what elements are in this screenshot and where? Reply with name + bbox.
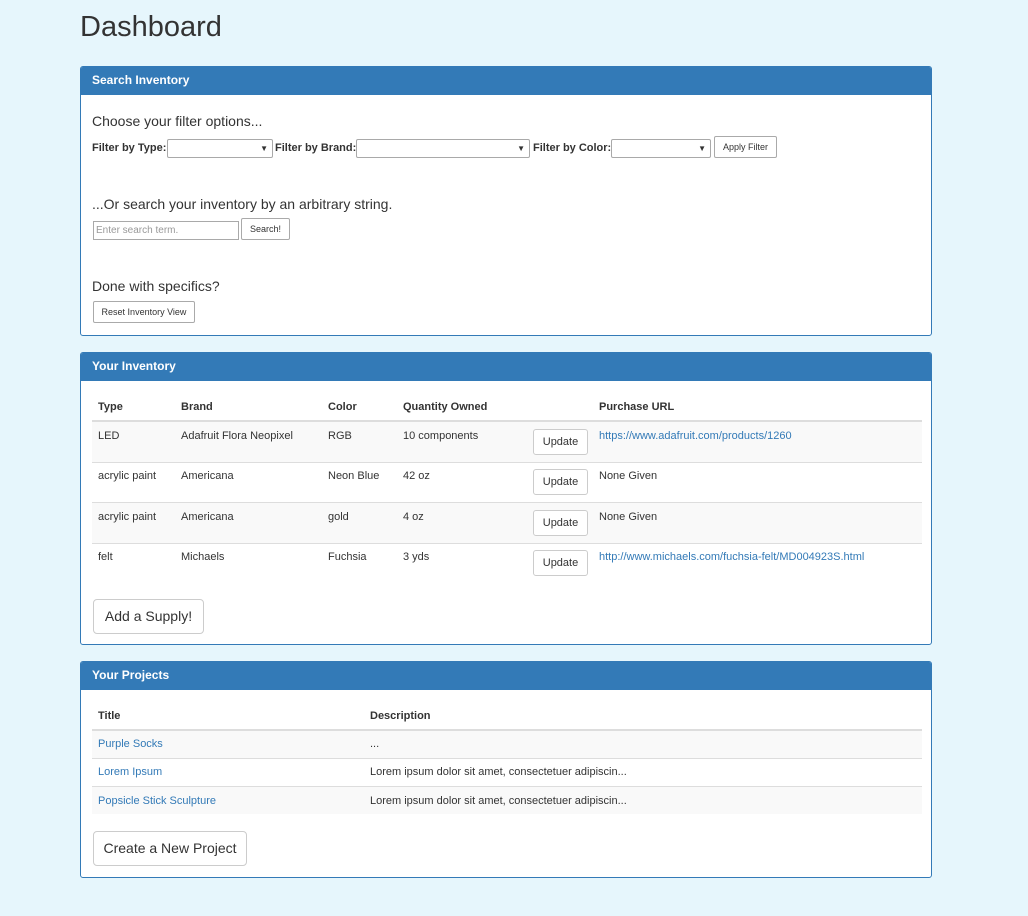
add-supply-button[interactable]: Add a Supply! <box>93 599 204 634</box>
purchase-url-text: None Given <box>599 470 658 482</box>
cell-brand: Americana <box>181 511 234 523</box>
inventory-panel: Your Inventory Type Brand Color Quantity… <box>80 352 932 645</box>
cell-color: RGB <box>328 430 352 442</box>
update-button[interactable]: Update <box>533 429 588 455</box>
update-button[interactable]: Update <box>533 510 588 536</box>
reset-inventory-view-button[interactable]: Reset Inventory View <box>93 301 195 323</box>
projects-panel-heading: Your Projects <box>81 662 931 690</box>
cell-quantity: 10 components <box>403 430 479 442</box>
column-header-color: Color <box>328 401 357 413</box>
row-divider <box>92 462 922 463</box>
purchase-url-text: None Given <box>599 511 658 523</box>
project-title-link[interactable]: Lorem Ipsum <box>98 766 162 778</box>
reset-intro-text: Done with specifics? <box>92 278 220 294</box>
search-intro-text: ...Or search your inventory by an arbitr… <box>92 196 393 212</box>
cell-brand: Michaels <box>181 551 225 563</box>
filter-type-label: Filter by Type: <box>92 142 167 154</box>
column-header-description: Description <box>370 710 431 722</box>
cell-type: acrylic paint <box>98 470 157 482</box>
purchase-url-link[interactable]: http://www.michaels.com/fuchsia-felt/MD0… <box>599 551 864 563</box>
chevron-down-icon: ▼ <box>260 144 268 153</box>
apply-filter-button[interactable]: Apply Filter <box>714 136 777 158</box>
search-button[interactable]: Search! <box>241 218 290 240</box>
update-button[interactable]: Update <box>533 469 588 495</box>
table-row <box>92 503 922 543</box>
cell-color: Neon Blue <box>328 470 380 482</box>
filter-color-label: Filter by Color: <box>533 142 612 154</box>
filter-color-select[interactable]: ▼ <box>611 139 711 158</box>
cell-type: acrylic paint <box>98 511 157 523</box>
column-header-type: Type <box>98 401 123 413</box>
cell-color: Fuchsia <box>328 551 367 563</box>
inventory-panel-heading: Your Inventory <box>81 353 931 381</box>
chevron-down-icon: ▼ <box>517 144 525 153</box>
purchase-url-link[interactable]: https://www.adafruit.com/products/1260 <box>599 430 792 442</box>
cell-type: LED <box>98 430 120 442</box>
cell-brand: Adafruit Flora Neopixel <box>181 430 293 442</box>
cell-brand: Americana <box>181 470 234 482</box>
projects-panel: Your Projects Title Description Purple S… <box>80 661 932 878</box>
filter-brand-label: Filter by Brand: <box>275 142 357 154</box>
cell-color: gold <box>328 511 349 523</box>
filter-intro-text: Choose your filter options... <box>92 113 263 129</box>
column-header-title: Title <box>98 710 121 722</box>
column-header-quantity: Quantity Owned <box>403 401 488 413</box>
search-inventory-panel: Search Inventory Choose your filter opti… <box>80 66 932 336</box>
row-divider <box>92 543 922 544</box>
chevron-down-icon: ▼ <box>698 144 706 153</box>
project-title-link[interactable]: Purple Socks <box>98 738 163 750</box>
dashboard-page: Dashboard Search Inventory Choose your f… <box>0 0 1028 916</box>
project-description: Lorem ipsum dolor sit amet, consectetuer… <box>370 766 627 778</box>
filter-type-select[interactable]: ▼ <box>167 139 273 158</box>
project-description: ... <box>370 738 380 750</box>
project-description: Lorem ipsum dolor sit amet, consectetuer… <box>370 795 627 807</box>
cell-quantity: 4 oz <box>403 511 424 523</box>
page-title: Dashboard <box>80 11 222 43</box>
row-divider <box>92 758 922 759</box>
cell-quantity: 3 yds <box>403 551 430 563</box>
create-new-project-button[interactable]: Create a New Project <box>93 831 247 866</box>
project-title-link[interactable]: Popsicle Stick Sculpture <box>98 795 216 807</box>
table-row <box>92 422 922 462</box>
search-input[interactable]: Enter search term. <box>93 221 239 240</box>
filter-brand-select[interactable]: ▼ <box>356 139 530 158</box>
column-header-purchase-url: Purchase URL <box>599 401 675 413</box>
search-panel-heading: Search Inventory <box>81 67 931 95</box>
update-button[interactable]: Update <box>533 550 588 576</box>
cell-quantity: 42 oz <box>403 470 430 482</box>
table-row <box>92 731 922 758</box>
cell-type: felt <box>98 551 113 563</box>
column-header-brand: Brand <box>181 401 213 413</box>
